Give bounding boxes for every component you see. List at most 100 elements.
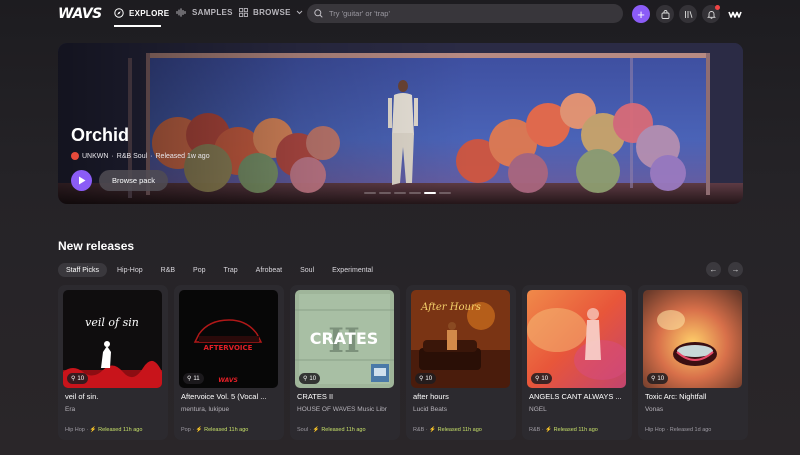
credits-icon: ⚲ <box>187 376 192 382</box>
release-cover[interactable]: ⚲ 10 <box>527 290 626 388</box>
chevron-down-icon <box>296 10 303 15</box>
notifications-button[interactable] <box>702 5 720 23</box>
release-card[interactable]: After Hours ⚲ 10 after hours Lucid Beats… <box>406 285 516 440</box>
price-value: 10 <box>657 375 665 382</box>
carousel-dot[interactable] <box>409 192 421 194</box>
credits-icon: ⚲ <box>535 376 540 382</box>
wavs-mark-icon <box>728 11 742 18</box>
chip-rnb[interactable]: R&B <box>153 263 183 277</box>
release-genre: Pop <box>181 427 191 433</box>
browse-pack-button[interactable]: Browse pack <box>99 170 168 191</box>
release-footer: Soul · ⚡ Released 11h ago <box>297 427 366 433</box>
release-title[interactable]: Aftervoice Vol. 5 (Vocal ... <box>181 392 279 401</box>
genre-filter-chips: Staff Picks Hip-Hop R&B Pop Trap Afrobea… <box>58 263 381 277</box>
chip-experimental[interactable]: Experimental <box>324 263 381 277</box>
chip-staff-picks[interactable]: Staff Picks <box>58 263 107 277</box>
release-time: Released 1d ago <box>669 427 712 433</box>
wavs-logo[interactable]: WAVS <box>58 6 102 22</box>
price-value: 10 <box>309 375 317 382</box>
plus-icon: + <box>637 6 645 22</box>
price-badge: ⚲ 10 <box>67 373 89 384</box>
bag-icon <box>661 9 669 19</box>
meta-separator: · <box>111 152 114 160</box>
release-artist[interactable]: Era <box>65 406 163 413</box>
artist-avatar <box>71 152 79 160</box>
carousel-dot[interactable] <box>394 192 406 194</box>
release-title[interactable]: veil of sin. <box>65 392 163 401</box>
search-bar[interactable] <box>307 4 623 23</box>
search-icon <box>314 9 323 18</box>
cart-button[interactable] <box>656 5 674 23</box>
release-title[interactable]: ANGELS CANT ALWAYS ... <box>529 392 627 401</box>
release-cover[interactable]: veil of sin ⚲ 10 <box>63 290 162 388</box>
release-card[interactable]: II CRATES ⚲ 10 CRATES II HOUSE OF WAVES … <box>290 285 400 440</box>
price-badge: ⚲ 11 <box>183 373 204 384</box>
chip-soul[interactable]: Soul <box>292 263 322 277</box>
grid-icon <box>239 8 248 17</box>
price-value: 11 <box>193 375 200 382</box>
search-input[interactable] <box>329 9 599 18</box>
release-card[interactable]: veil of sin ⚲ 10 veil of sin. Era Hip Ho… <box>58 285 168 440</box>
release-cover[interactable]: II CRATES ⚲ 10 <box>295 290 394 388</box>
released-bolt-icon: ⚡ <box>429 427 437 433</box>
hero-artist[interactable]: UNKWN <box>82 153 108 160</box>
release-cover[interactable]: After Hours ⚲ 10 <box>411 290 510 388</box>
scroll-right-button[interactable]: → <box>728 262 743 277</box>
release-footer: R&B · ⚡ Released 11h ago <box>413 427 482 433</box>
release-card[interactable]: AFTERVOICE WAVS ⚲ 11 Aftervoice Vol. 5 (… <box>174 285 284 440</box>
nav-browse[interactable]: BROWSE <box>239 8 303 17</box>
released-bolt-icon: ⚡ <box>195 427 203 433</box>
release-cover[interactable]: ⚲ 10 <box>643 290 742 388</box>
release-artist[interactable]: Lucid Beats <box>413 406 511 413</box>
release-card[interactable]: ⚲ 10 Toxic Arc: Nightfall Vonas Hip Hop … <box>638 285 748 440</box>
waveform-icon <box>176 8 186 17</box>
cover-title: veil of sin <box>85 316 139 329</box>
carousel-dot-active[interactable] <box>424 192 436 194</box>
release-title[interactable]: Toxic Arc: Nightfall <box>645 392 743 401</box>
chip-afrobeat[interactable]: Afrobeat <box>248 263 290 277</box>
nav-explore[interactable]: EXPLORE <box>114 8 169 18</box>
release-title[interactable]: CRATES II <box>297 392 395 401</box>
nav-samples[interactable]: SAMPLES <box>176 8 233 17</box>
section-title-new-releases: New releases <box>58 239 135 253</box>
release-cover[interactable]: AFTERVOICE WAVS ⚲ 11 <box>179 290 278 388</box>
meta-separator: · <box>150 152 153 160</box>
arrow-right-icon: → <box>731 265 740 274</box>
release-artist[interactable]: NGEL <box>529 406 627 413</box>
release-time: Released 11h ago <box>321 427 366 433</box>
release-time: Released 11h ago <box>204 427 249 433</box>
release-title[interactable]: after hours <box>413 392 511 401</box>
play-icon <box>78 176 85 185</box>
scroll-left-button[interactable]: ← <box>706 262 721 277</box>
price-badge: ⚲ 10 <box>415 373 437 384</box>
hero-genre: R&B Soul <box>116 152 148 160</box>
carousel-dot[interactable] <box>379 192 391 194</box>
carousel-dot[interactable] <box>364 192 376 194</box>
chip-trap[interactable]: Trap <box>216 263 246 277</box>
library-button[interactable] <box>679 5 697 23</box>
release-genre: R&B <box>413 427 425 433</box>
active-tab-indicator <box>114 25 161 27</box>
chip-pop[interactable]: Pop <box>185 263 213 277</box>
notification-dot <box>715 5 720 10</box>
chip-hip-hop[interactable]: Hip-Hop <box>109 263 151 277</box>
hero-banner[interactable]: Orchid UNKWN · R&B Soul · Released 1w ag… <box>58 43 743 204</box>
release-genre: R&B <box>529 427 541 433</box>
carousel-dot[interactable] <box>439 192 451 194</box>
release-artist[interactable]: mentura, lukipue <box>181 406 279 413</box>
top-nav: WAVS EXPLORE SAMPLES BROWSE Try 'guitar'… <box>0 0 800 28</box>
release-artist[interactable]: HOUSE OF WAVES Music Libr <box>297 406 395 413</box>
credits-icon: ⚲ <box>651 376 656 382</box>
price-value: 10 <box>425 375 433 382</box>
account-button[interactable] <box>726 5 744 23</box>
nav-explore-label: EXPLORE <box>129 8 170 18</box>
price-badge: ⚲ 10 <box>299 373 321 384</box>
cover-title: After Hours <box>420 302 481 313</box>
released-bolt-icon: ⚡ <box>89 427 97 433</box>
release-card[interactable]: ⚲ 10 ANGELS CANT ALWAYS ... NGEL R&B · ⚡… <box>522 285 632 440</box>
release-artist[interactable]: Vonas <box>645 406 743 413</box>
price-badge: ⚲ 10 <box>647 373 669 384</box>
nav-samples-label: SAMPLES <box>192 8 233 17</box>
play-button[interactable] <box>71 170 92 191</box>
create-button[interactable]: + <box>632 5 650 23</box>
